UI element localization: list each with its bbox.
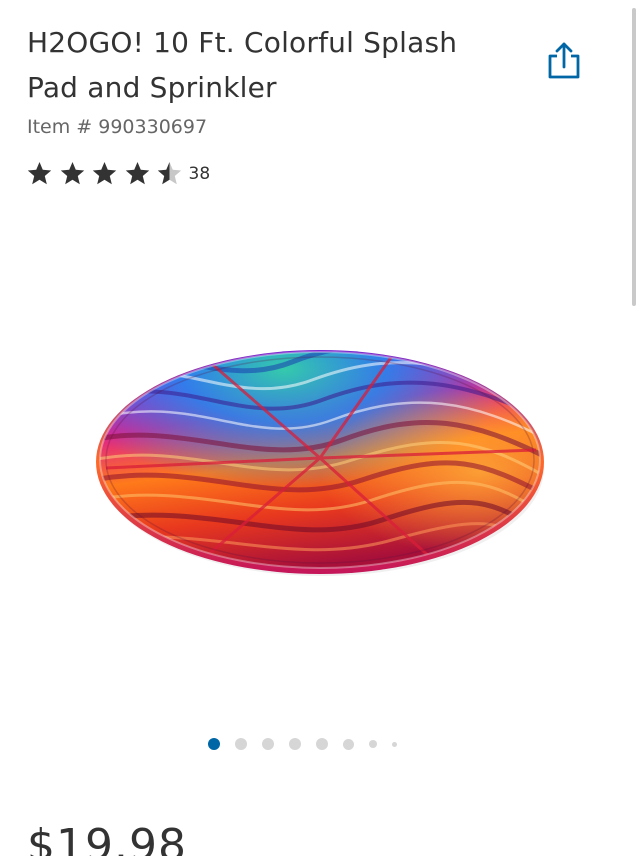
carousel-dot-4[interactable] [289, 738, 301, 750]
star-full-icon [60, 162, 84, 185]
product-image[interactable] [92, 340, 548, 580]
review-count: 38 [188, 163, 211, 184]
product-page: H2OGO! 10 Ft. Colorful Splash Pad and Sp… [0, 0, 640, 856]
carousel-dot-5[interactable] [316, 738, 328, 750]
star-half-icon [157, 162, 182, 185]
carousel-dot-2[interactable] [235, 738, 247, 750]
rating-summary[interactable]: 38 [26, 160, 210, 187]
carousel-dot-3[interactable] [262, 738, 274, 750]
item-number: Item # 990330697 [27, 116, 208, 138]
image-carousel-pager [208, 736, 397, 752]
carousel-dot-1[interactable] [208, 738, 220, 750]
carousel-dot-8[interactable] [392, 741, 397, 747]
star-full-icon [27, 162, 52, 185]
carousel-dot-7[interactable] [369, 740, 377, 748]
product-price: $19.98 [27, 820, 187, 856]
share-button[interactable] [540, 36, 588, 84]
star-full-icon [92, 162, 117, 185]
scrollbar[interactable] [632, 8, 636, 306]
splash-pad-image [96, 350, 544, 576]
product-title: H2OGO! 10 Ft. Colorful Splash Pad and Sp… [27, 26, 458, 104]
carousel-dot-6[interactable] [343, 738, 354, 750]
star-full-icon [125, 162, 149, 185]
share-icon [548, 42, 580, 79]
